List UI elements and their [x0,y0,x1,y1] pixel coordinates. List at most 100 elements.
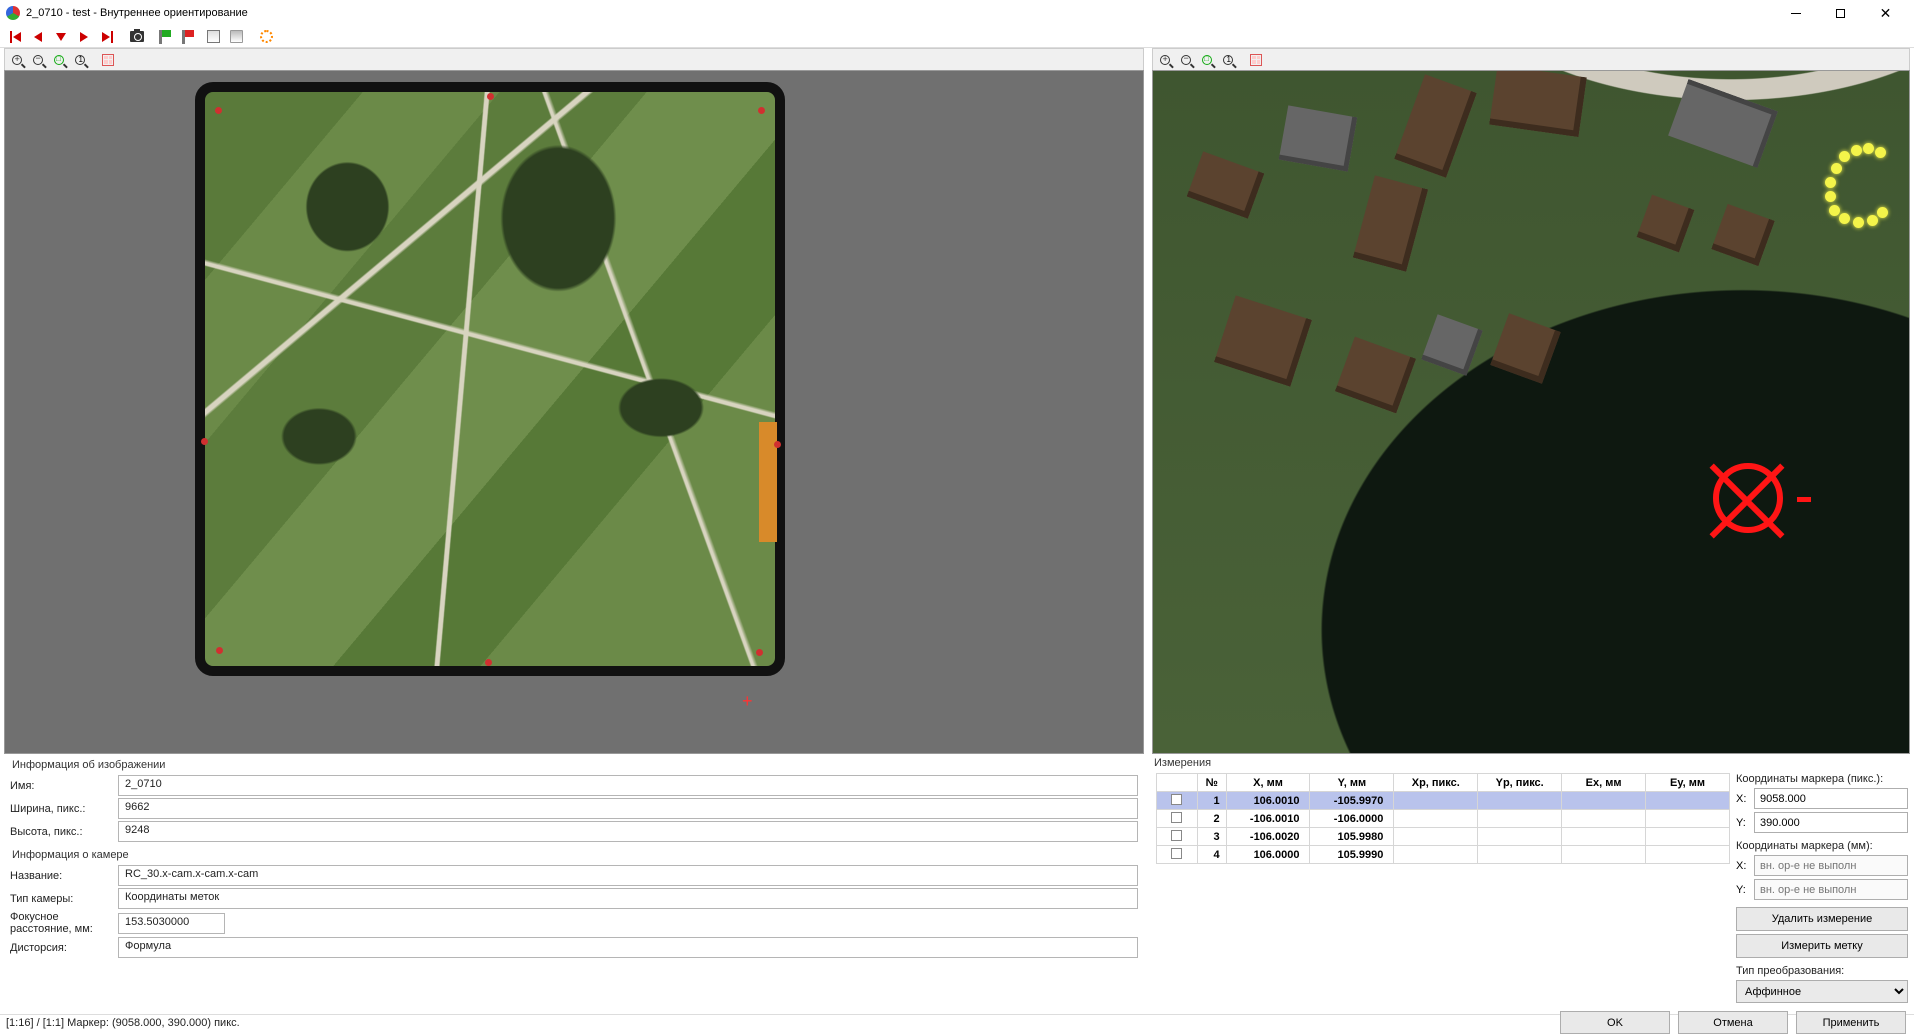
flag-red-button[interactable] [172,27,194,47]
row-checkbox[interactable] [1171,794,1182,805]
right-zoom-fit-button[interactable] [1197,51,1217,69]
cancel-button[interactable]: Отмена [1678,1011,1788,1034]
apply-button[interactable]: Применить [1796,1011,1906,1034]
camera-type-label: Тип камеры: [10,893,118,905]
window-maximize-button[interactable] [1818,0,1863,26]
right-zoom-in-button[interactable] [1155,51,1175,69]
delete-measurement-button[interactable]: Удалить измерение [1736,907,1908,931]
window-title: 2_0710 - test - Внутреннее ориентировани… [26,7,248,19]
dialog-buttons: OK Отмена Применить [1560,1011,1906,1034]
flag-green-button[interactable] [149,27,171,47]
measure-mark-button[interactable]: Измерить метку [1736,934,1908,958]
table-header-row: № X, мм Y, мм Xр, пикс. Yр, пикс. Ex, мм… [1157,774,1730,792]
title-bar: 2_0710 - test - Внутреннее ориентировани… [0,0,1914,26]
marker-mm-title: Координаты маркера (мм): [1736,840,1908,852]
col-ey[interactable]: Ey, мм [1646,774,1730,792]
fiducial-mark-icon [756,649,763,656]
image-height-field: 9248 [118,821,1138,842]
left-zoom-out-button[interactable] [28,51,48,69]
target-marker-icon [1713,463,1783,533]
col-x[interactable]: X, мм [1226,774,1310,792]
fiducial-mark-icon [201,438,208,445]
col-y[interactable]: Y, мм [1310,774,1394,792]
camera-info-title: Информация о камере [10,846,1138,863]
marker-mm-y-input [1754,879,1908,900]
status-text: [1:16] / [1:1] Маркер: (9058.000, 390.00… [6,1017,240,1029]
image-width-label: Ширина, пикс.: [10,803,118,815]
table-row[interactable]: 2 -106.0010 -106.0000 [1157,810,1730,828]
marker-x-label: X: [1736,793,1749,805]
right-grid-button[interactable] [1246,51,1266,69]
camera-name-field: RC_30.x-cam.x-cam.x-cam [118,865,1138,886]
table-row[interactable]: 4 106.0000 105.9990 [1157,846,1730,864]
app-icon [6,6,20,20]
nav-prev-button[interactable] [27,27,49,47]
left-zoom-in-button[interactable] [7,51,27,69]
nav-down-button[interactable] [50,27,72,47]
transform-title: Тип преобразования: [1736,965,1908,977]
row-checkbox[interactable] [1171,812,1182,823]
ok-button[interactable]: OK [1560,1011,1670,1034]
col-ex[interactable]: Ex, мм [1562,774,1646,792]
table-row[interactable]: 3 -106.0020 105.9980 [1157,828,1730,846]
target-marker-dash-icon [1797,497,1811,502]
camera-dist-field: Формула [118,937,1138,958]
marker-y-label: Y: [1736,817,1749,829]
table-row[interactable]: 1 106.0010 -105.9970 [1157,792,1730,810]
right-zoom-out-button[interactable] [1176,51,1196,69]
nav-next-button[interactable] [73,27,95,47]
waypoint-trail [1825,141,1895,231]
left-viewer-toolbar [4,48,1144,70]
container-button[interactable] [225,27,247,47]
main-toolbar [0,26,1914,48]
camera-dist-label: Дисторсия: [10,942,118,954]
layers-button[interactable] [202,27,224,47]
window-minimize-button[interactable] [1773,0,1818,26]
right-zoom-1to1-button[interactable] [1218,51,1238,69]
marker-px-title: Координаты маркера (пикс.): [1736,773,1908,785]
right-image-viewer[interactable] [1152,70,1910,754]
fiducial-mark-icon [487,93,494,100]
marker-x-label-mm: X: [1736,860,1749,872]
left-zoom-fit-button[interactable] [49,51,69,69]
measurements-table[interactable]: № X, мм Y, мм Xр, пикс. Yр, пикс. Ex, мм… [1156,773,1730,1003]
image-info-title: Информация об изображении [10,756,1138,773]
measurements-title: Измерения [1152,754,1910,771]
col-xp[interactable]: Xр, пикс. [1394,774,1478,792]
marker-mm-x-input [1754,855,1908,876]
camera-focal-label: Фокусное расстояние, мм: [10,911,118,935]
image-name-field: 2_0710 [118,775,1138,796]
camera-type-field: Координаты меток [118,888,1138,909]
fiducial-mark-icon [774,441,781,448]
col-yp[interactable]: Yр, пикс. [1478,774,1562,792]
image-height-label: Высота, пикс.: [10,826,118,838]
image-name-label: Имя: [10,780,118,792]
building-feature [1279,105,1357,171]
marker-panel: Координаты маркера (пикс.): X: Y: Коорди… [1736,773,1908,1003]
fiducial-mark-icon [758,107,765,114]
fiducial-mark-icon [485,659,492,666]
transform-type-select[interactable]: Аффинное [1736,980,1908,1003]
row-checkbox[interactable] [1171,848,1182,859]
aerial-overview-image [195,82,785,676]
nav-last-button[interactable] [96,27,118,47]
left-zoom-1to1-button[interactable] [70,51,90,69]
camera-button[interactable] [126,27,148,47]
cross-cursor-icon: + [742,691,753,712]
marker-px-x-input[interactable] [1754,788,1908,809]
left-image-viewer[interactable]: + [4,70,1144,754]
marker-px-y-input[interactable] [1754,812,1908,833]
camera-focal-field: 153.5030000 [118,913,225,934]
left-grid-button[interactable] [98,51,118,69]
window-close-button[interactable]: ✕ [1863,0,1908,26]
fiducial-mark-icon [216,647,223,654]
camera-name-label: Название: [10,870,118,882]
row-checkbox[interactable] [1171,830,1182,841]
fiducial-mark-icon [215,107,222,114]
right-viewer-toolbar [1152,48,1910,70]
col-n[interactable]: № [1197,774,1226,792]
image-width-field: 9662 [118,798,1138,819]
marker-y-label-mm: Y: [1736,884,1749,896]
settings-button[interactable] [255,27,277,47]
nav-first-button[interactable] [4,27,26,47]
